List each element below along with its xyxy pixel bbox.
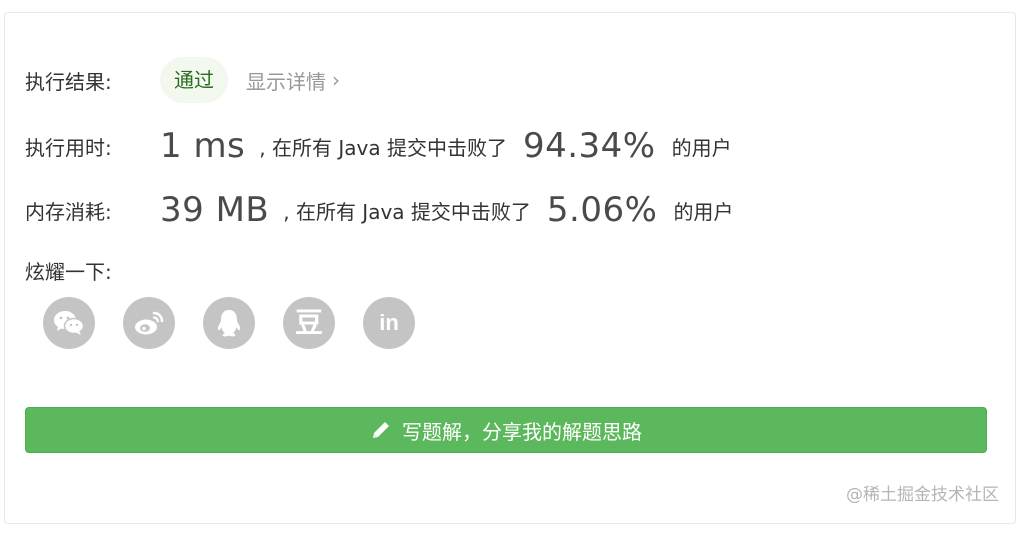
show-details-label: 显示详情 (246, 69, 326, 94)
result-row: 执行结果: 通过 显示详情 › (25, 56, 340, 104)
memory-label: 内存消耗: (25, 199, 112, 224)
runtime-compare-text: , 在所有 Java 提交中击败了 (259, 135, 507, 160)
share-icons: 豆 in (43, 297, 443, 349)
runtime-tail-text: 的用户 (671, 135, 732, 160)
qq-icon[interactable] (203, 297, 255, 349)
douban-icon[interactable]: 豆 (283, 297, 335, 349)
pencil-icon (370, 419, 392, 441)
share-row: 炫耀一下: (25, 253, 112, 287)
memory-compare-text: , 在所有 Java 提交中击败了 (283, 199, 531, 224)
submission-result-card: 执行结果: 通过 显示详情 › 执行用时: 1 ms , 在所有 Java 提交… (4, 12, 1016, 524)
result-label: 执行结果: (25, 69, 112, 94)
runtime-percent: 94.34% (522, 126, 656, 166)
weibo-icon[interactable] (123, 297, 175, 349)
douban-glyph: 豆 (294, 306, 323, 339)
write-solution-button[interactable]: 写题解，分享我的解题思路 (25, 407, 987, 453)
show-details-link[interactable]: 显示详情 › (246, 66, 340, 95)
memory-tail-text: 的用户 (673, 199, 734, 224)
linkedin-glyph: in (379, 310, 399, 335)
wechat-icon[interactable] (43, 297, 95, 349)
linkedin-icon[interactable]: in (363, 297, 415, 349)
runtime-row: 执行用时: 1 ms , 在所有 Java 提交中击败了 94.34% 的用户 (25, 123, 732, 169)
memory-row: 内存消耗: 39 MB , 在所有 Java 提交中击败了 5.06% 的用户 (25, 187, 733, 233)
share-label: 炫耀一下: (25, 259, 112, 284)
runtime-value: 1 ms (160, 126, 246, 166)
status-badge: 通过 (160, 57, 228, 103)
write-solution-label: 写题解，分享我的解题思路 (402, 419, 642, 444)
memory-percent: 5.06% (546, 190, 658, 230)
runtime-label: 执行用时: (25, 135, 112, 160)
memory-value: 39 MB (160, 190, 270, 230)
watermark: @稀土掘金技术社区 (846, 485, 999, 505)
chevron-right-icon: › (332, 68, 340, 92)
